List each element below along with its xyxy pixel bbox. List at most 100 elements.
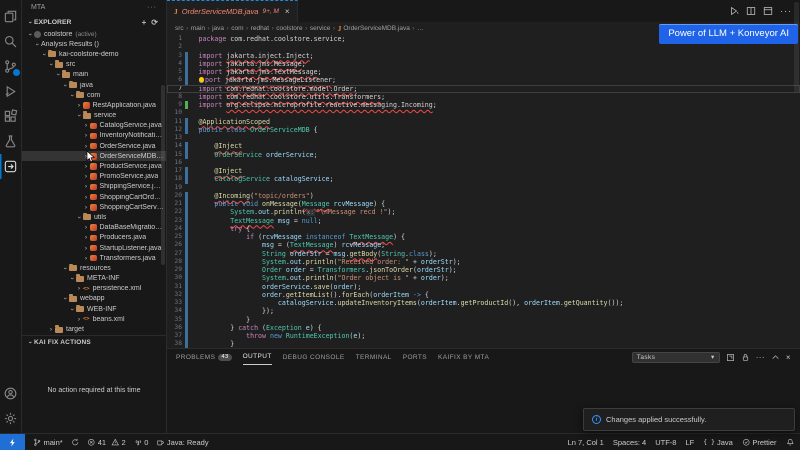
explorer-chevron-icon[interactable]: › [27,18,34,26]
extensions-icon[interactable] [0,104,22,129]
open-output-in-editor-icon[interactable] [726,353,735,362]
code-line-5[interactable]: 5import jakarta.jms.TextMessage; [167,68,800,76]
tree-item-utils[interactable]: ›utils [22,212,166,222]
run-file-icon[interactable] [729,6,739,16]
tree-item-shoppingcartorderprocessor-java[interactable]: ›ShoppingCartOrderProcessor.java [22,192,166,202]
panel-tab-ports[interactable]: PORTS [403,349,427,365]
tree-item-src[interactable]: ›src [22,60,166,70]
code-line-25[interactable]: 25 if (rcvMessage instanceof TextMessage… [167,233,800,241]
panel-tab-terminal[interactable]: TERMINAL [356,349,392,365]
sync-status[interactable] [71,438,80,447]
code-line-9[interactable]: 9import org.eclipse.microprofile.reactiv… [167,101,800,109]
tree-item-beans-xml[interactable]: ›<>beans.xml [22,314,166,324]
settings-gear-icon[interactable] [0,406,22,431]
editor-more-actions-icon[interactable]: ··· [780,6,792,16]
editor-scrollbar[interactable] [794,2,799,92]
new-file-icon[interactable]: + [142,18,147,27]
breadcrumb-item[interactable]: redhat [251,25,269,32]
output-channel-select[interactable]: Tasks ▾ [632,352,720,363]
code-line-18[interactable]: 18 CatalogService catalogService; [167,175,800,183]
code-line-3[interactable]: 3import jakarta.inject.Inject; [167,52,800,60]
tab-orderservicemdb[interactable]: J OrderServiceMDB.java 9+, M × [167,0,298,22]
formatter-status[interactable]: Prettier [742,438,777,447]
breadcrumb-item[interactable]: service [310,25,331,32]
tree-item-producers-java[interactable]: ›Producers.java [22,233,166,243]
code-line-10[interactable]: 10 [167,109,800,117]
code-line-17[interactable]: 17 @Inject [167,167,800,175]
tree-item-productservice-java[interactable]: ›ProductService.java [22,161,166,171]
tree-item-coolstore[interactable]: ›coolstore(active) [22,29,166,39]
testing-icon[interactable] [0,129,22,154]
code-line-38[interactable]: 38 } [167,340,800,348]
accounts-icon[interactable] [0,381,22,406]
tree-item-meta-inf[interactable]: ›META-INF [22,274,166,284]
breadcrumb-item[interactable]: src [175,25,184,32]
encoding-status[interactable]: UTF-8 [655,438,676,447]
tree-item-databasemigrationstartup-java[interactable]: ›DataBaseMigrationStartup.java [22,223,166,233]
notifications-bell-icon[interactable] [786,438,795,447]
code-line-33[interactable]: 33 catalogService.updateInventoryItems(o… [167,299,800,307]
code-line-34[interactable]: 34 }); [167,307,800,315]
panel-tab-output[interactable]: OUTPUT [243,349,272,365]
remote-indicator[interactable] [0,434,25,450]
run-debug-icon[interactable] [0,79,22,104]
cursor-position-status[interactable]: Ln 7, Col 1 [568,438,604,447]
code-line-20[interactable]: 20 @Incoming("topic/orders") [167,192,800,200]
java-status[interactable]: Java: Ready [156,438,208,447]
toggle-layout-icon[interactable] [763,6,773,16]
code-line-15[interactable]: 15 OrderService orderService; [167,151,800,159]
tree-item-inventorynotificationmdb-java[interactable]: ›InventoryNotificationMDB.java [22,131,166,141]
breadcrumb-item[interactable]: java [212,25,224,32]
git-branch-status[interactable]: main* [33,438,63,447]
lock-scrolling-icon[interactable] [741,353,750,362]
tree-item-shoppingcartservice-java[interactable]: ›ShoppingCartService.java [22,202,166,212]
code-line-27[interactable]: 27 String orderStr = msg.getBody(String.… [167,250,800,258]
breadcrumb-item[interactable]: … [417,25,424,32]
breadcrumb-item[interactable]: coolstore [276,25,302,32]
tree-item-com[interactable]: ›com [22,90,166,100]
toast-notification[interactable]: i Changes applied successfully. [583,408,795,431]
tab-close-icon[interactable]: × [285,7,290,16]
tree-item-kai-coolstore-demo[interactable]: ›kai-coolstore-demo [22,49,166,59]
code-editor[interactable]: 1package com.redhat.coolstore.service;23… [167,34,800,348]
tree-item-promoservice-java[interactable]: ›PromoService.java [22,172,166,182]
search-icon[interactable] [0,29,22,54]
kai-fix-actions-header[interactable]: KAI FIX ACTIONS [34,339,91,346]
maximize-panel-icon[interactable] [771,353,780,362]
panel-tab-debug-console[interactable]: DEBUG CONSOLE [283,349,345,365]
code-line-23[interactable]: 23 TextMessage msg = null; [167,217,800,225]
tree-item-target[interactable]: ›target [22,324,166,334]
close-panel-icon[interactable]: × [786,353,791,362]
code-line-16[interactable]: 16 [167,159,800,167]
lightbulb-icon[interactable] [199,77,205,83]
code-line-30[interactable]: 30 System.out.println("Order object is "… [167,274,800,282]
code-line-19[interactable]: 19 [167,184,800,192]
sidebar-scrollbar[interactable] [161,85,165,265]
tree-item-restapplication-java[interactable]: ›RestApplication.java [22,100,166,110]
code-line-31[interactable]: 31 orderService.save(order); [167,283,800,291]
code-line-2[interactable]: 2 [167,43,800,51]
code-line-4[interactable]: 4import jakarta.jms.Message; [167,60,800,68]
code-line-8[interactable]: 8import com.redhat.coolstore.utils.Trans… [167,93,800,101]
problems-status[interactable]: 41 2 [87,438,126,447]
split-editor-icon[interactable] [746,6,756,16]
tree-item-startuplistener-java[interactable]: ›StartupListener.java [22,243,166,253]
breadcrumb-item[interactable]: main [191,25,205,32]
panel-more-icon[interactable]: ··· [756,353,765,362]
code-line-28[interactable]: 28 System.out.println("Received order: "… [167,258,800,266]
code-line-24[interactable]: 24 try { [167,225,800,233]
tree-item-persistence-xml[interactable]: ›<>persistence.xml [22,284,166,294]
code-line-36[interactable]: 36 } catch (Exception e) { [167,324,800,332]
code-line-37[interactable]: 37 throw new RuntimeException(e); [167,332,800,340]
source-control-icon[interactable] [0,54,22,79]
tree-item-java[interactable]: ›java [22,80,166,90]
tree-item-transformers-java[interactable]: ›Transformers.java [22,253,166,263]
language-mode-status[interactable]: { } Java [703,438,733,447]
code-line-6[interactable]: 6port jakarta.jms.MessageListener; [167,76,800,84]
code-line-29[interactable]: 29 Order order = Transformers.jsonToOrde… [167,266,800,274]
code-line-11[interactable]: 11@ApplicationScoped [167,118,800,126]
tree-item-orderservicemdb-java[interactable]: ›OrderServiceMDB.java [22,151,166,161]
code-line-7[interactable]: 7import com.redhat.coolstore.model.Order… [167,85,800,93]
code-line-35[interactable]: 35 } [167,316,800,324]
tree-item-shippingservice-java[interactable]: ›ShippingService.java [22,182,166,192]
